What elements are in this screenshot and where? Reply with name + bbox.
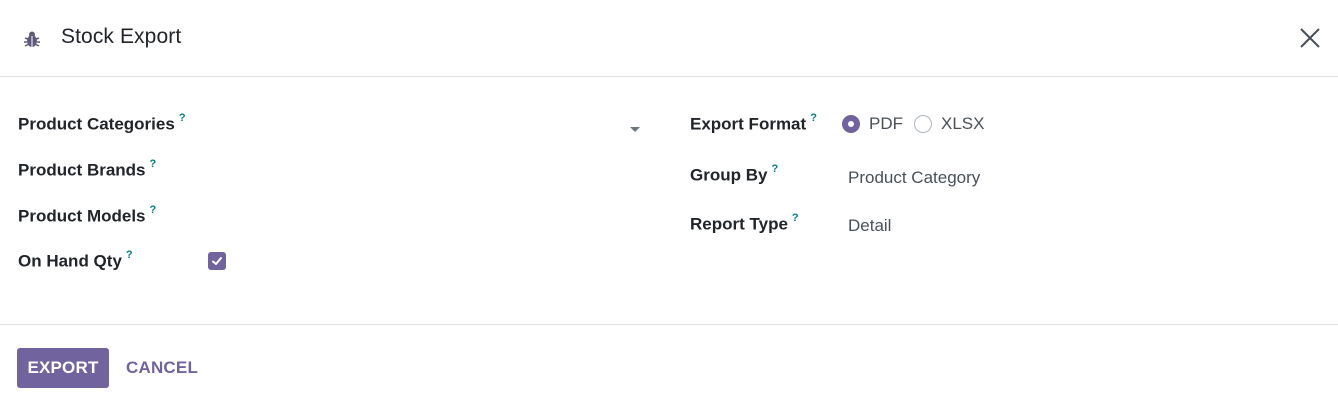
export-format-label: Export Format? [690,112,817,134]
bug-icon [24,31,40,47]
help-tooltip-icon[interactable]: ? [179,112,186,124]
close-icon[interactable] [1297,25,1323,51]
export-format-pdf-label[interactable]: PDF [869,114,903,134]
report-type-select[interactable]: Detail [848,216,891,236]
help-tooltip-icon[interactable]: ? [771,163,778,175]
export-button[interactable]: EXPORT [17,348,109,388]
product-models-label: Product Models? [18,204,157,226]
dialog-footer: EXPORT CANCEL [0,324,1338,412]
export-format-xlsx-label[interactable]: XLSX [941,114,984,134]
help-tooltip-icon[interactable]: ? [126,249,133,261]
help-tooltip-icon[interactable]: ? [810,112,817,124]
product-categories-select[interactable] [208,110,648,142]
report-type-label: Report Type? [690,212,799,234]
product-categories-label: Product Categories? [18,112,186,134]
help-tooltip-icon[interactable]: ? [150,158,157,170]
on-hand-qty-label: On Hand Qty? [18,249,133,271]
dialog-title: Stock Export [61,25,182,48]
check-icon [212,257,222,265]
dialog-header: Stock Export [0,0,1338,77]
export-format-xlsx-radio[interactable] [914,115,932,133]
chevron-down-icon[interactable] [630,127,640,132]
export-format-pdf-radio[interactable] [842,115,860,133]
group-by-select[interactable]: Product Category [848,168,980,188]
product-brands-label: Product Brands? [18,158,157,180]
help-tooltip-icon[interactable]: ? [150,204,157,216]
group-by-label: Group By? [690,163,779,185]
cancel-button[interactable]: CANCEL [126,358,198,378]
on-hand-qty-checkbox[interactable] [208,252,226,270]
help-tooltip-icon[interactable]: ? [792,212,799,224]
stock-export-dialog: Stock Export Product Categories? Product… [0,0,1338,412]
